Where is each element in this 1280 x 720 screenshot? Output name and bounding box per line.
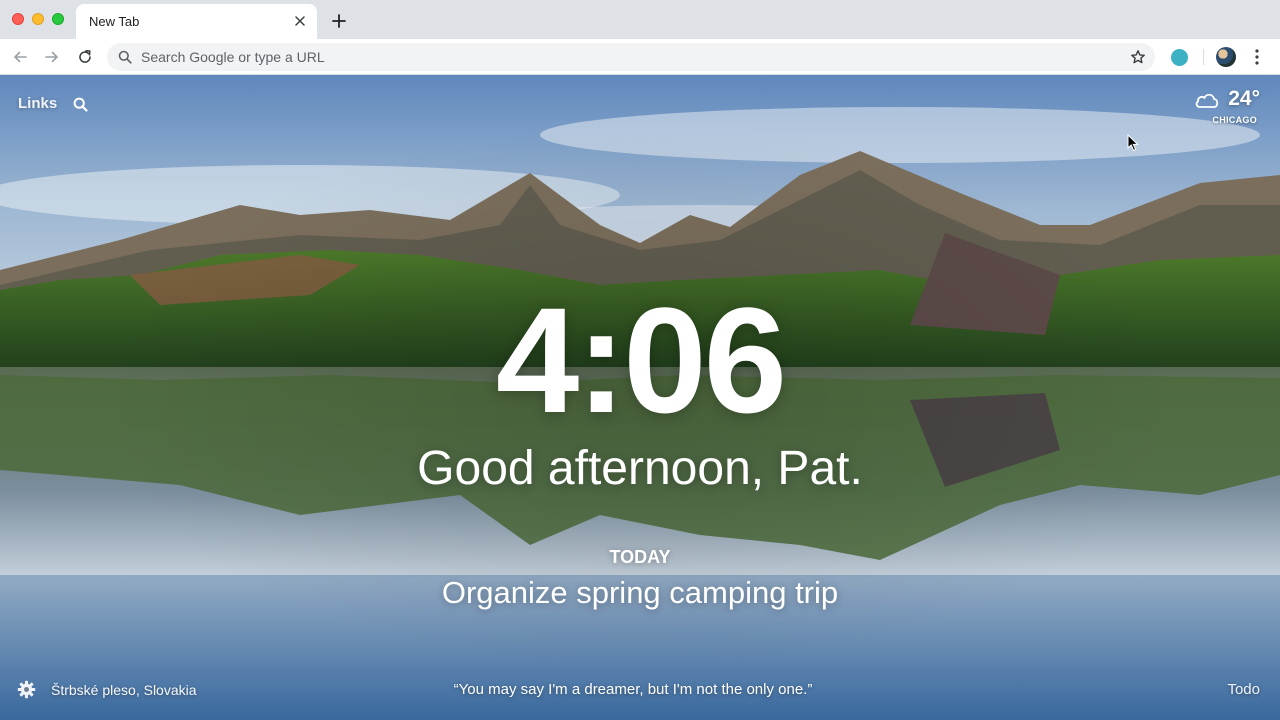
close-icon [295,16,305,26]
address-input[interactable] [141,43,1101,71]
omnibox[interactable] [107,43,1155,71]
menu-icon[interactable] [1252,48,1262,66]
tab-new-tab[interactable]: New Tab [76,4,317,39]
forward-button[interactable] [39,44,65,70]
new-tab-button[interactable] [328,10,350,32]
browser-toolbar [0,39,1280,75]
back-button[interactable] [7,44,33,70]
tab-strip: New Tab [0,0,1280,39]
weather-location: CHICAGO [1212,115,1257,125]
search-icon [118,50,132,64]
tab-title: New Tab [89,14,140,29]
quote[interactable]: “You may say I'm a dreamer, but I'm not … [0,681,1266,698]
close-window-button[interactable] [12,13,24,25]
focus-label: TODAY [609,547,671,567]
forward-arrow-icon [45,51,58,63]
cloud-icon [1195,93,1219,108]
new-tab-dashboard: Links 24° CHICAGO 4:06 Good afternoon, P… [0,75,1280,720]
toolbar-divider [1203,49,1204,65]
star-icon[interactable] [1130,49,1146,65]
plus-icon [332,14,346,28]
weather-temperature: 24° [1228,87,1260,110]
close-tab-button[interactable] [291,12,309,30]
zoom-window-button[interactable] [52,13,64,25]
greeting[interactable]: Good afternoon, Pat. [0,441,1280,497]
focus-text[interactable]: Organize spring camping trip [0,575,1280,611]
reload-button[interactable] [72,44,98,70]
minimize-window-button[interactable] [32,13,44,25]
links-button[interactable]: Links [18,95,57,112]
todo-button[interactable]: Todo [1227,681,1260,698]
back-arrow-icon [14,51,27,63]
reload-icon [79,50,91,63]
extension-icon[interactable] [1171,49,1188,66]
clock[interactable]: 4:06 [0,285,1280,435]
weather-widget[interactable]: 24° CHICAGO [1150,87,1260,127]
cursor-icon [1127,134,1139,152]
search-icon[interactable] [73,97,88,112]
profile-avatar[interactable] [1216,47,1236,67]
